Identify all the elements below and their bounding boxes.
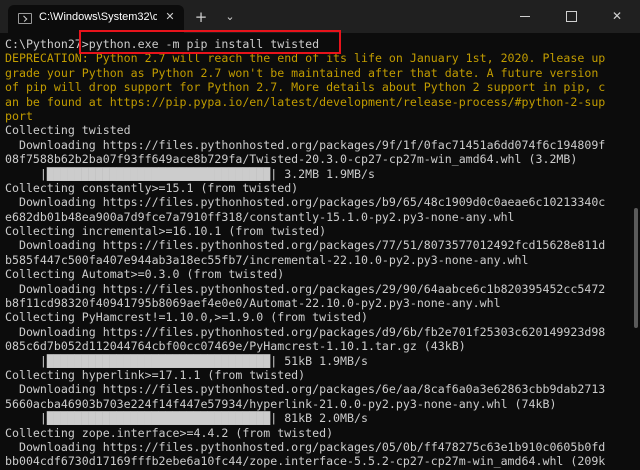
scrollbar[interactable]	[634, 38, 638, 466]
deprecation-line: grade your Python as Python 2.7 won't be…	[5, 65, 599, 80]
terminal-output[interactable]: C:\Python27>python.exe -m pip install tw…	[5, 37, 631, 470]
minimize-icon	[520, 16, 530, 17]
tab-close-icon[interactable]: ✕	[162, 9, 178, 25]
output-line: Downloading https://files.pythonhosted.o…	[5, 137, 606, 152]
output-line: 08f7588b62b2ba07f93ff649ace8b729fa/Twist…	[5, 152, 578, 167]
maximize-icon	[565, 11, 577, 22]
output-line: Collecting constantly>=15.1 (from twiste…	[5, 180, 299, 195]
output-line: Collecting zope.interface>=4.4.2 (from t…	[5, 425, 334, 440]
command-line: C:\Python27>python.exe -m pip install tw…	[5, 37, 320, 51]
output-line: |████████████████████████████████| 81kB …	[5, 411, 368, 426]
minimize-button[interactable]	[502, 0, 548, 33]
output-line: e682db01b48ea900a7d9fce7a7910ff318/const…	[5, 209, 515, 224]
deprecation-line: DEPRECATION: Python 2.7 will reach the e…	[5, 51, 606, 66]
output-line: 085c6d7b052d112044764cbf00cc07469e/PyHam…	[5, 339, 466, 354]
output-line: 5660acba46903b703e224f14f447e57934/hyper…	[5, 396, 557, 411]
deprecation-line: port	[5, 108, 33, 123]
output-line: Downloading https://files.pythonhosted.o…	[5, 439, 606, 454]
window-controls: ✕	[502, 0, 640, 33]
new-tab-icon[interactable]: +	[192, 8, 210, 26]
deprecation-line: an be found at https://pip.pypa.io/en/la…	[5, 94, 606, 109]
output-line: Downloading https://files.pythonhosted.o…	[5, 238, 606, 253]
terminal-window: C:\Windows\System32\cmd.e ✕ + ⌄ ✕ C:\Pyt…	[0, 0, 640, 470]
deprecation-line: of pip will drop support for Python 2.7.…	[5, 80, 606, 95]
terminal-icon	[18, 13, 32, 24]
output-line: Downloading https://files.pythonhosted.o…	[5, 281, 606, 296]
output-line: Collecting twisted	[5, 123, 131, 138]
tab-title: C:\Windows\System32\cmd.e	[39, 11, 157, 23]
output-line: Collecting PyHamcrest!=1.10.0,>=1.9.0 (f…	[5, 310, 368, 325]
output-line: b8f11cd98320f40941795b8069aef4e0e0/Autom…	[5, 296, 501, 311]
output-line: Collecting hyperlink>=17.1.1 (from twist…	[5, 367, 306, 382]
title-bar[interactable]: C:\Windows\System32\cmd.e ✕ + ⌄ ✕	[0, 0, 640, 33]
output-line: |████████████████████████████████| 51kB …	[5, 353, 368, 368]
output-line: Downloading https://files.pythonhosted.o…	[5, 195, 606, 210]
output-line: Downloading https://files.pythonhosted.o…	[5, 324, 606, 339]
output-line: |████████████████████████████████| 3.2MB…	[5, 166, 375, 181]
output-line: Downloading https://files.pythonhosted.o…	[5, 382, 606, 397]
output-line: Collecting incremental>=16.10.1 (from tw…	[5, 224, 327, 239]
chevron-down-icon[interactable]: ⌄	[222, 8, 238, 26]
output-line: bb004cdf6730d17169fffb2ebe6a10fc44/zope.…	[5, 454, 606, 469]
close-button[interactable]: ✕	[594, 0, 640, 33]
scrollbar-thumb[interactable]	[634, 208, 638, 328]
output-line: b585f447c500fa407e944ab3a18ec55fb7/incre…	[5, 252, 529, 267]
output-line: Collecting Automat>=0.3.0 (from twisted)	[5, 267, 285, 282]
maximize-button[interactable]	[548, 0, 594, 33]
close-icon: ✕	[611, 9, 623, 23]
tab-cmd[interactable]: C:\Windows\System32\cmd.e ✕	[8, 5, 184, 33]
